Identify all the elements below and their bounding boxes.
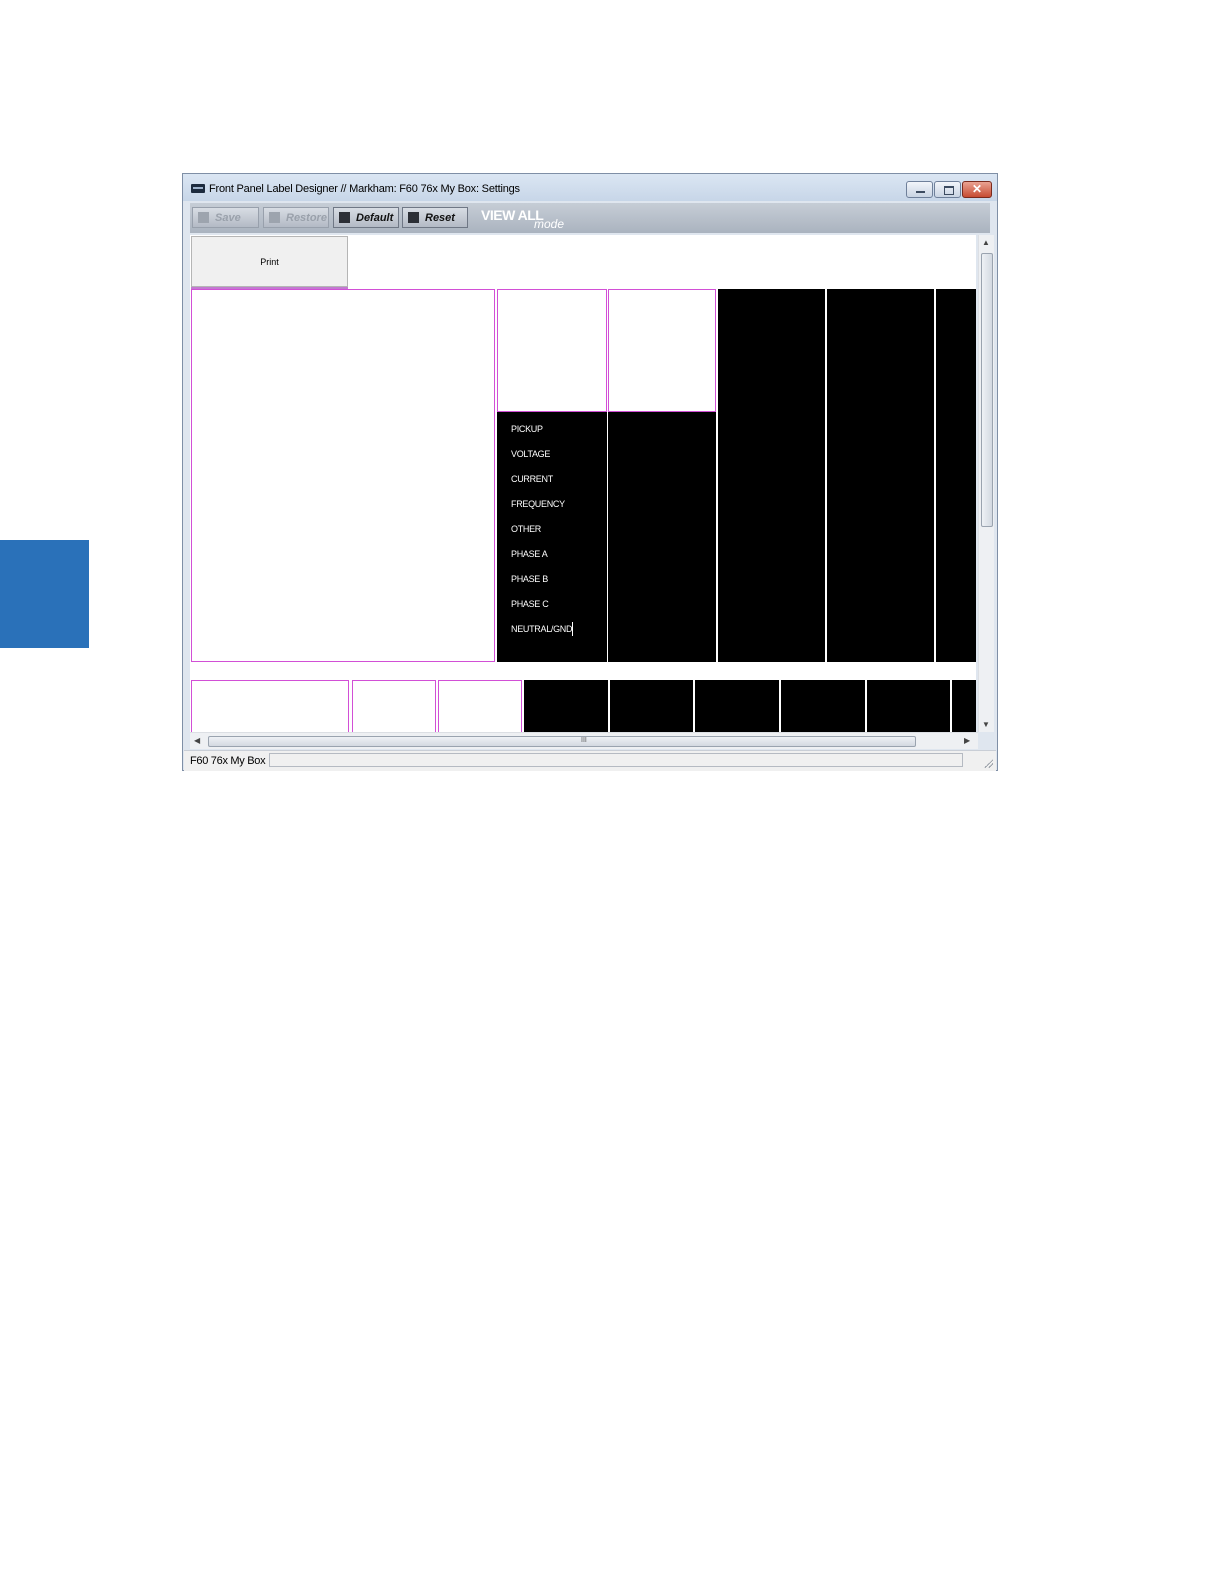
default-icon	[339, 212, 350, 223]
label-column-5[interactable]	[936, 289, 976, 662]
bottom-black-slot-5[interactable]	[867, 680, 950, 732]
label-slot-top-1[interactable]	[497, 289, 607, 412]
save-button-label: Save	[215, 212, 241, 224]
bottom-label-slot-2[interactable]	[352, 680, 436, 732]
window-title: Front Panel Label Designer // Markham: F…	[209, 183, 520, 195]
led-label-column[interactable]: PICKUP VOLTAGE CURRENT FREQUENCY OTHER PHASE …	[497, 412, 607, 662]
label-column-3[interactable]	[718, 289, 825, 662]
horizontal-scrollbar[interactable]: ◀ III ▶	[190, 732, 978, 749]
maximize-button[interactable]	[934, 181, 961, 198]
bottom-black-slot-4[interactable]	[781, 680, 865, 732]
resize-grip-icon[interactable]	[983, 758, 993, 768]
horizontal-scroll-thumb[interactable]: III	[208, 736, 916, 747]
restore-button-label: Restore	[286, 212, 327, 224]
bottom-black-slot-6[interactable]	[952, 680, 976, 732]
label-canvas: Print PICKUP VOLTAGE CURRENT FREQUENCY OTHER…	[190, 235, 976, 732]
led-label-column-2[interactable]	[608, 412, 716, 662]
chapter-tab	[0, 540, 89, 648]
led-label-item[interactable]: OTHER	[511, 524, 541, 534]
minimize-icon	[916, 191, 925, 193]
scroll-down-icon[interactable]: ▼	[982, 720, 990, 730]
vertical-scrollbar[interactable]: ▲ ▼	[978, 235, 994, 732]
led-label-item[interactable]: VOLTAGE	[511, 449, 550, 459]
scroll-grip-icon: III	[581, 737, 587, 744]
led-label-item[interactable]: FREQUENCY	[511, 499, 565, 509]
app-icon	[191, 184, 205, 193]
bottom-black-slot-2[interactable]	[610, 680, 693, 732]
save-button[interactable]: Save	[192, 207, 259, 228]
led-label-item[interactable]: PHASE A	[511, 549, 548, 559]
print-button[interactable]: Print	[191, 236, 348, 287]
restore-button[interactable]: Restore	[263, 207, 329, 228]
close-icon: ✕	[971, 182, 983, 196]
view-mode-subtitle: mode	[534, 217, 565, 231]
reset-button-label: Reset	[425, 212, 455, 224]
reset-button[interactable]: Reset	[402, 207, 468, 228]
bottom-black-slot-3[interactable]	[695, 680, 779, 732]
title-bar: Front Panel Label Designer // Markham: F…	[183, 174, 997, 201]
scroll-up-icon[interactable]: ▲	[982, 238, 990, 248]
led-label-item[interactable]: NEUTRAL/GND	[511, 624, 573, 634]
led-label-item[interactable]: PHASE C	[511, 599, 549, 609]
toolbar: Save Restore Default Reset VIEW ALL mode	[190, 203, 990, 233]
maximize-icon	[944, 186, 954, 195]
text-cursor	[572, 622, 573, 636]
label-slot-top-2[interactable]	[608, 289, 716, 412]
led-label-item[interactable]: PICKUP	[511, 424, 543, 434]
label-column-4[interactable]	[827, 289, 934, 662]
status-pane	[269, 753, 963, 767]
status-device-name: F60 76x My Box	[190, 755, 266, 767]
reset-icon	[408, 212, 419, 223]
default-button[interactable]: Default	[333, 207, 399, 228]
bottom-black-slot-1[interactable]	[524, 680, 608, 732]
status-bar: F60 76x My Box	[184, 750, 996, 771]
save-icon	[198, 212, 209, 223]
scroll-left-icon[interactable]: ◀	[194, 736, 200, 746]
led-label-item[interactable]: PHASE B	[511, 574, 548, 584]
led-label-item[interactable]: CURRENT	[511, 474, 553, 484]
restore-icon	[269, 212, 280, 223]
label-designer-window: Front Panel Label Designer // Markham: F…	[182, 173, 998, 771]
bottom-label-slot-1[interactable]	[191, 680, 349, 732]
default-button-label: Default	[356, 212, 394, 224]
scroll-right-icon[interactable]: ▶	[964, 736, 970, 746]
vertical-scroll-thumb[interactable]	[981, 253, 993, 527]
large-label-area[interactable]	[191, 289, 495, 662]
bottom-label-slot-3[interactable]	[438, 680, 522, 732]
close-button[interactable]: ✕	[962, 181, 992, 198]
minimize-button[interactable]	[906, 181, 933, 198]
print-button-label: Print	[260, 256, 279, 267]
